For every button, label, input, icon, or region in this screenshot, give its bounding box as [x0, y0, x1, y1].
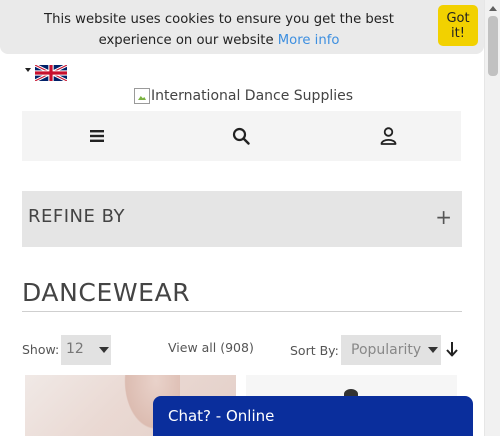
search-button[interactable] — [228, 123, 254, 149]
chat-widget-button[interactable]: Chat? - Online — [153, 396, 473, 436]
show-per-page-value: 12 — [66, 341, 84, 357]
broken-image-icon — [134, 88, 150, 104]
cookie-message-text: This website uses cookies to ensure you … — [44, 12, 394, 48]
site-logo[interactable]: International Dance Supplies — [134, 86, 353, 106]
show-per-page-select[interactable]: 12 — [61, 335, 111, 365]
search-icon — [232, 127, 250, 145]
more-info-link[interactable]: More info — [278, 33, 340, 48]
chevron-down-icon — [25, 68, 31, 72]
mobile-nav-bar — [22, 111, 461, 161]
cookie-message: This website uses cookies to ensure you … — [14, 9, 424, 51]
scrollbar[interactable] — [484, 0, 500, 436]
page-title: DANCEWEAR — [22, 278, 191, 307]
sort-by-label: Sort By: — [290, 343, 339, 358]
sort-by-select[interactable]: Popularity — [341, 335, 441, 365]
language-selector[interactable] — [25, 65, 68, 81]
chevron-down-icon — [428, 347, 438, 353]
logo-alt-text: International Dance Supplies — [151, 88, 354, 104]
hamburger-menu-icon — [90, 130, 104, 142]
view-all-link[interactable]: View all (908) — [168, 340, 254, 355]
sort-by-value: Popularity — [351, 342, 422, 358]
cookie-banner: This website uses cookies to ensure you … — [0, 0, 484, 54]
user-account-icon — [380, 127, 396, 145]
scrollbar-thumb[interactable] — [488, 16, 498, 76]
refine-by-panel[interactable]: REFINE BY + — [22, 191, 462, 247]
show-label: Show: — [22, 342, 60, 357]
expand-plus-icon[interactable]: + — [435, 205, 452, 229]
scroll-up-arrow-icon[interactable] — [489, 6, 497, 11]
title-divider — [22, 311, 462, 312]
page: This website uses cookies to ensure you … — [0, 0, 500, 436]
arrow-down-icon[interactable] — [444, 340, 460, 358]
menu-button[interactable] — [84, 123, 110, 149]
cookie-accept-button[interactable]: Got it! — [438, 5, 478, 46]
account-button[interactable] — [375, 123, 401, 149]
uk-flag-icon — [35, 65, 67, 81]
chevron-down-icon — [99, 347, 109, 353]
refine-by-label: REFINE BY — [28, 206, 125, 227]
